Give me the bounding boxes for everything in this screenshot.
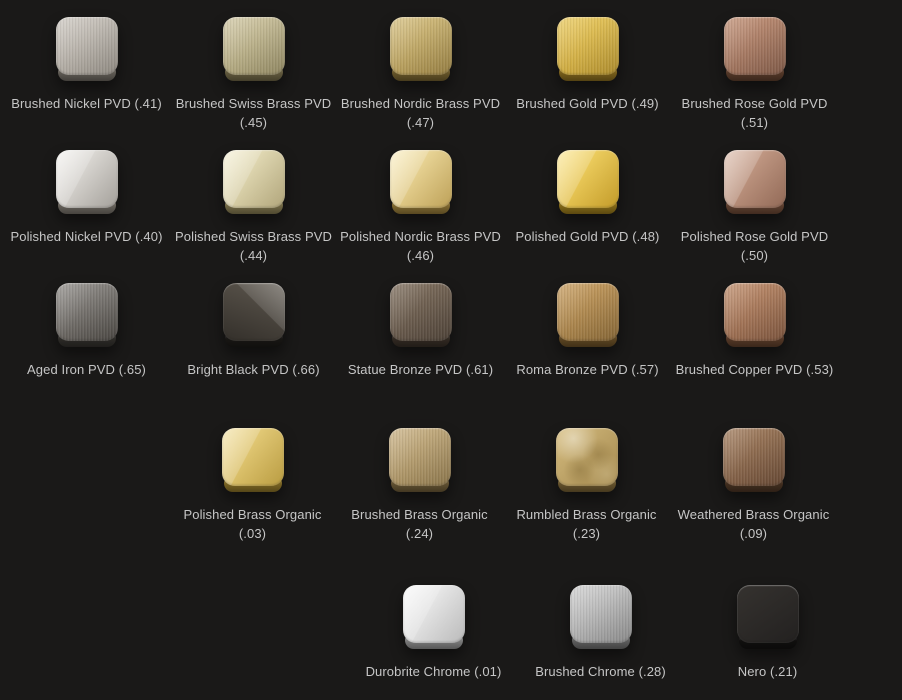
swatch-label: Brushed Nickel PVD (.41) xyxy=(11,94,162,113)
swatch-row-1: Brushed Nickel PVD (.41) Brushed Swiss Br… xyxy=(0,17,902,132)
finish-option-polished-swiss-brass-pvd-44[interactable]: Polished Swiss Brass PVD (.44) xyxy=(170,150,337,265)
finish-option-brushed-nickel-pvd-41[interactable]: Brushed Nickel PVD (.41) xyxy=(3,17,170,132)
finish-swatch-icon xyxy=(223,17,285,81)
finish-option-rumbled-brass-organic-23[interactable]: Rumbled Brass Organic (.23) xyxy=(503,428,670,543)
finish-swatch-icon xyxy=(557,150,619,214)
swatch-face xyxy=(390,150,452,208)
swatch-face xyxy=(557,17,619,75)
swatch-label: Bright Black PVD (.66) xyxy=(187,360,319,379)
swatch-label: Polished Brass Organic (.03) xyxy=(172,505,334,543)
swatch-face xyxy=(223,150,285,208)
swatch-face xyxy=(389,428,451,486)
finish-swatch-icon xyxy=(223,150,285,214)
swatch-face xyxy=(222,428,284,486)
finish-option-durobrite-chrome-01[interactable]: Durobrite Chrome (.01) xyxy=(350,585,517,681)
finish-swatch-icon xyxy=(389,428,451,492)
finish-option-roma-bronze-pvd-57[interactable]: Roma Bronze PVD (.57) xyxy=(504,283,671,379)
swatch-face xyxy=(557,283,619,341)
swatch-face xyxy=(723,428,785,486)
swatch-face xyxy=(56,150,118,208)
swatch-face xyxy=(403,585,465,643)
swatch-label: Brushed Swiss Brass PVD (.45) xyxy=(176,94,331,132)
swatch-face xyxy=(390,283,452,341)
swatch-face xyxy=(724,150,786,208)
swatch-row-3: Aged Iron PVD (.65) Bright Black PVD (.66… xyxy=(0,283,902,379)
swatch-face xyxy=(56,17,118,75)
finish-swatch-icon xyxy=(223,283,285,347)
swatch-label: Brushed Brass Organic (.24) xyxy=(339,505,501,543)
finish-swatch-icon xyxy=(570,585,632,649)
swatch-label: Brushed Copper PVD (.53) xyxy=(676,360,834,379)
swatch-face xyxy=(556,428,618,486)
finish-swatch-grid: Brushed Nickel PVD (.41) Brushed Swiss Br… xyxy=(0,0,902,681)
finish-option-weathered-brass-organic-09[interactable]: Weathered Brass Organic (.09) xyxy=(670,428,837,543)
swatch-label: Aged Iron PVD (.65) xyxy=(27,360,146,379)
swatch-face xyxy=(390,17,452,75)
swatch-label: Polished Gold PVD (.48) xyxy=(516,227,660,246)
finish-option-aged-iron-pvd-65[interactable]: Aged Iron PVD (.65) xyxy=(3,283,170,379)
finish-swatch-icon xyxy=(390,150,452,214)
finish-swatch-icon xyxy=(723,428,785,492)
swatch-face xyxy=(223,283,285,341)
swatch-label: Roma Bronze PVD (.57) xyxy=(516,360,658,379)
swatch-label: Rumbled Brass Organic (.23) xyxy=(506,505,668,543)
finish-swatch-icon xyxy=(56,150,118,214)
swatch-label: Brushed Rose Gold PVD (.51) xyxy=(674,94,836,132)
swatch-row-5: Durobrite Chrome (.01) Brushed Chrome (.2… xyxy=(0,585,902,681)
finish-option-polished-gold-pvd-48[interactable]: Polished Gold PVD (.48) xyxy=(504,150,671,265)
swatch-face xyxy=(56,283,118,341)
swatch-label: Durobrite Chrome (.01) xyxy=(366,662,502,681)
finish-option-brushed-swiss-brass-pvd-45[interactable]: Brushed Swiss Brass PVD (.45) xyxy=(170,17,337,132)
finish-option-nero-21[interactable]: Nero (.21) xyxy=(684,585,851,681)
finish-swatch-icon xyxy=(724,17,786,81)
finish-option-brushed-brass-organic-24[interactable]: Brushed Brass Organic (.24) xyxy=(336,428,503,543)
finish-selection-page: { "page": { "background_color": "#1a1918… xyxy=(0,0,902,700)
swatch-label: Brushed Gold PVD (.49) xyxy=(516,94,658,113)
swatch-label: Polished Swiss Brass PVD (.44) xyxy=(175,227,332,265)
finish-option-polished-brass-organic-03[interactable]: Polished Brass Organic (.03) xyxy=(169,428,336,543)
swatch-label: Polished Nickel PVD (.40) xyxy=(10,227,162,246)
finish-option-brushed-gold-pvd-49[interactable]: Brushed Gold PVD (.49) xyxy=(504,17,671,132)
finish-swatch-icon xyxy=(56,17,118,81)
finish-swatch-icon xyxy=(222,428,284,492)
finish-option-polished-rose-gold-pvd-50[interactable]: Polished Rose Gold PVD (.50) xyxy=(671,150,838,265)
finish-option-polished-nordic-brass-pvd-46[interactable]: Polished Nordic Brass PVD (.46) xyxy=(337,150,504,265)
swatch-label: Statue Bronze PVD (.61) xyxy=(348,360,493,379)
finish-option-brushed-rose-gold-pvd-51[interactable]: Brushed Rose Gold PVD (.51) xyxy=(671,17,838,132)
swatch-face xyxy=(724,283,786,341)
finish-swatch-icon xyxy=(724,283,786,347)
finish-option-brushed-nordic-brass-pvd-47[interactable]: Brushed Nordic Brass PVD (.47) xyxy=(337,17,504,132)
finish-swatch-icon xyxy=(390,17,452,81)
finish-swatch-icon xyxy=(403,585,465,649)
finish-option-bright-black-pvd-66[interactable]: Bright Black PVD (.66) xyxy=(170,283,337,379)
swatch-face xyxy=(724,17,786,75)
finish-swatch-icon xyxy=(56,283,118,347)
swatch-face xyxy=(557,150,619,208)
finish-swatch-icon xyxy=(556,428,618,492)
finish-swatch-icon xyxy=(557,283,619,347)
swatch-face xyxy=(223,17,285,75)
finish-option-polished-nickel-pvd-40[interactable]: Polished Nickel PVD (.40) xyxy=(3,150,170,265)
finish-swatch-icon xyxy=(390,283,452,347)
finish-swatch-icon xyxy=(724,150,786,214)
swatch-row-2: Polished Nickel PVD (.40) Polished Swiss … xyxy=(0,150,902,265)
finish-option-statue-bronze-pvd-61[interactable]: Statue Bronze PVD (.61) xyxy=(337,283,504,379)
swatch-face xyxy=(570,585,632,643)
swatch-label: Weathered Brass Organic (.09) xyxy=(678,505,830,543)
finish-option-brushed-copper-pvd-53[interactable]: Brushed Copper PVD (.53) xyxy=(671,283,838,379)
swatch-face xyxy=(737,585,799,643)
finish-swatch-icon xyxy=(557,17,619,81)
finish-swatch-icon xyxy=(737,585,799,649)
swatch-row-4: Polished Brass Organic (.03)Brushed Bras… xyxy=(0,428,902,543)
finish-option-brushed-chrome-28[interactable]: Brushed Chrome (.28) xyxy=(517,585,684,681)
swatch-label: Polished Nordic Brass PVD (.46) xyxy=(340,227,501,265)
swatch-label: Nero (.21) xyxy=(738,662,798,681)
swatch-label: Brushed Chrome (.28) xyxy=(535,662,666,681)
swatch-label: Polished Rose Gold PVD (.50) xyxy=(674,227,836,265)
swatch-label: Brushed Nordic Brass PVD (.47) xyxy=(341,94,500,132)
